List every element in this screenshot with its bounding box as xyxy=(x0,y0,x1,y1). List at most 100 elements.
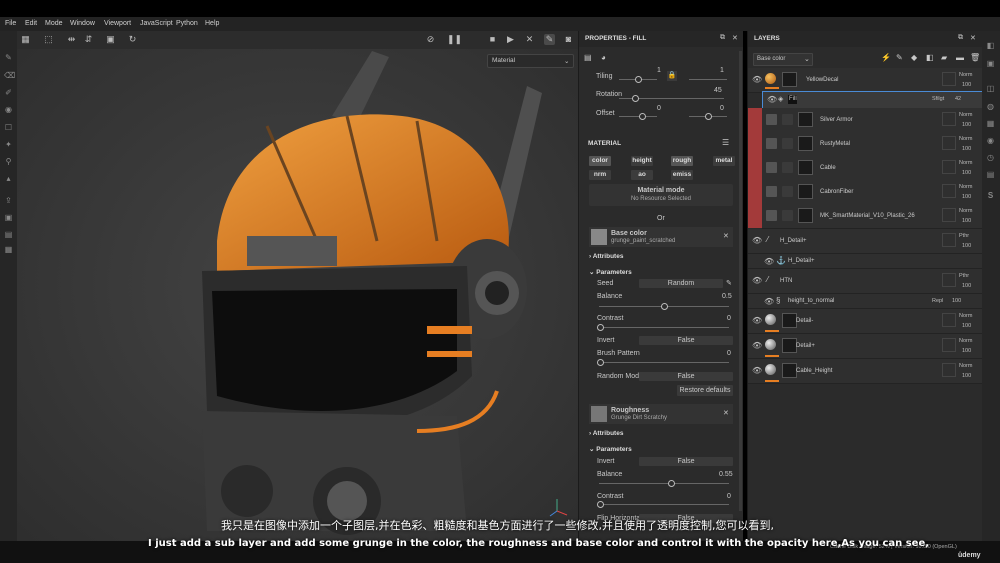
offset-knob-1[interactable] xyxy=(639,113,646,120)
visibility-eye-icon[interactable]: 👁 xyxy=(752,276,762,285)
balance2-slider[interactable] xyxy=(599,483,729,484)
layer-row[interactable]: 👁 § height_to_normal Repl 100 xyxy=(748,294,982,309)
menu-file[interactable]: File xyxy=(5,20,16,27)
layer-blend[interactable]: Norm xyxy=(959,72,972,78)
picker-icon[interactable]: ⚲ xyxy=(4,157,13,166)
geometry-fill-icon[interactable]: ◉ xyxy=(4,105,13,114)
layer-opacity[interactable]: 100 xyxy=(962,243,971,249)
mirror-icon[interactable]: ⇵ xyxy=(83,34,94,45)
shader-icon[interactable]: ◍ xyxy=(986,102,995,111)
menu-python[interactable]: Python xyxy=(176,20,198,27)
channel-ao[interactable]: ao xyxy=(631,170,653,180)
attributes-toggle[interactable]: › Attributes xyxy=(589,253,623,260)
layer-row[interactable]: 👁 ⁄ HTN Pthr 100 xyxy=(748,269,982,294)
history-icon[interactable]: ↻ xyxy=(127,34,138,45)
layer-row[interactable]: Silver Armor Norm 100 xyxy=(762,108,982,133)
layer-row[interactable]: Cable Norm 100 xyxy=(762,156,982,181)
layer-row[interactable]: CabronFiber Norm 100 xyxy=(762,180,982,205)
parameters2-toggle[interactable]: ⌄ Parameters xyxy=(589,445,632,453)
material-mode-box[interactable]: Material mode No Resource Selected xyxy=(589,184,733,206)
channel-emiss[interactable]: emiss xyxy=(671,170,693,180)
channel-metal[interactable]: metal xyxy=(713,156,735,166)
brush-mode-icon[interactable]: ✎ xyxy=(544,34,555,45)
layers-close-icon[interactable]: ✕ xyxy=(970,34,976,42)
texture-set-icon[interactable]: ▣ xyxy=(986,59,995,68)
menu-edit[interactable]: Edit xyxy=(25,20,37,27)
history-dock-icon[interactable]: ◷ xyxy=(986,153,995,162)
edit-icon[interactable]: ✎ xyxy=(726,279,732,287)
visibility-eye-icon[interactable]: 👁 xyxy=(764,257,774,266)
camera-icon[interactable]: ■ xyxy=(487,34,498,45)
substance-logo-icon[interactable]: S xyxy=(986,191,995,200)
layer-checkbox[interactable] xyxy=(942,160,956,174)
log-icon-2[interactable] xyxy=(986,170,995,179)
add-mask-icon[interactable]: ◧ xyxy=(926,53,934,62)
float-icon[interactable]: ⧉ xyxy=(720,34,725,42)
close-icon[interactable]: ✕ xyxy=(732,34,738,42)
lock-icon[interactable]: 🔒 xyxy=(667,71,677,81)
layer-checkbox[interactable] xyxy=(942,72,956,86)
menu-help[interactable]: Help xyxy=(205,20,219,27)
layer-blend[interactable]: Norm xyxy=(959,338,972,344)
channel-dropdown[interactable]: Base color ⌄ xyxy=(753,53,813,66)
layer-blend[interactable]: Norm xyxy=(959,136,972,142)
shelf-icon[interactable]: ▤ xyxy=(4,230,13,239)
layer-checkbox[interactable] xyxy=(942,338,956,352)
visibility-eye-icon[interactable]: 👁 xyxy=(752,75,762,84)
layer-opacity[interactable]: 100 xyxy=(962,146,971,152)
layer-checkbox[interactable] xyxy=(942,363,956,377)
add-fill-icon[interactable]: ◆ xyxy=(911,53,917,62)
tiling-slider-2[interactable] xyxy=(689,79,727,80)
visibility-eye-icon[interactable]: 👁 xyxy=(764,297,774,306)
eraser-icon[interactable]: ⌫ xyxy=(4,71,15,80)
layer-checkbox[interactable] xyxy=(942,273,956,287)
balance-knob[interactable] xyxy=(661,303,668,310)
export-icon[interactable]: ▣ xyxy=(4,213,13,222)
viewport-split-icon[interactable]: ✕ xyxy=(524,34,535,45)
layer-row-selected[interactable]: 👁 ◈ Fill Sfilgt 42 xyxy=(762,91,984,109)
properties-scrollbar[interactable] xyxy=(739,51,742,511)
channel-color[interactable]: color xyxy=(589,156,611,166)
offset-knob-2[interactable] xyxy=(705,113,712,120)
layer-blend[interactable]: Norm xyxy=(959,184,972,190)
layers-float-icon[interactable]: ⧉ xyxy=(958,34,963,42)
layer-checkbox[interactable] xyxy=(942,313,956,327)
video-icon[interactable]: ▶ xyxy=(505,34,516,45)
invert-field[interactable]: False xyxy=(639,336,733,345)
parameters-toggle[interactable]: ⌄ Parameters xyxy=(589,268,632,276)
layer-opacity[interactable]: 100 xyxy=(962,82,971,88)
menu-window[interactable]: Window xyxy=(70,20,95,27)
layer-opacity[interactable]: 100 xyxy=(962,283,971,289)
layer-blend[interactable]: Pthr xyxy=(959,233,969,239)
layer-blend[interactable]: Norm xyxy=(959,160,972,166)
layer-row[interactable]: 👁 Detail- Norm 100 xyxy=(748,309,982,334)
offset-slider-1[interactable] xyxy=(619,116,657,117)
layers-dock-icon[interactable]: ◧ xyxy=(986,41,995,50)
camera-dock-icon[interactable]: ◉ xyxy=(986,136,995,145)
layer-blend[interactable]: Sfilgt xyxy=(932,96,944,102)
layer-blend[interactable]: Norm xyxy=(959,313,972,319)
tiling-knob[interactable] xyxy=(635,76,642,83)
contrast-knob[interactable] xyxy=(597,324,604,331)
layer-checkbox[interactable] xyxy=(942,233,956,247)
layer-opacity[interactable]: 42 xyxy=(955,96,961,102)
paint-brush-icon[interactable]: ✎ xyxy=(4,53,13,62)
layer-checkbox[interactable] xyxy=(942,208,956,222)
symmetry-icon[interactable]: ⇹ xyxy=(66,34,77,45)
folder-icon[interactable]: ▬ xyxy=(956,53,964,62)
frame-icon[interactable]: ▣ xyxy=(105,34,116,45)
layer-row[interactable]: MK_SmartMaterial_V10_Plastic_26 Norm 100 xyxy=(762,204,982,229)
grid-icon[interactable]: ▦ xyxy=(20,34,31,45)
visibility-eye-icon[interactable]: 👁 xyxy=(752,236,762,245)
base-color-resource[interactable]: Base color grunge_paint_scratched ✕ xyxy=(589,227,733,247)
layer-checkbox[interactable] xyxy=(942,184,956,198)
3d-viewport[interactable] xyxy=(17,31,578,541)
layer-blend[interactable]: Pthr xyxy=(959,273,969,279)
roughness-resource[interactable]: Roughness Grunge Dirt Scratchy ✕ xyxy=(589,404,733,424)
display-icon[interactable]: ◫ xyxy=(986,84,995,93)
channel-nrm[interactable]: nrm xyxy=(589,170,611,180)
fill-icon[interactable]: ▤ xyxy=(584,53,592,62)
layer-opacity[interactable]: 100 xyxy=(962,194,971,200)
menu-viewport[interactable]: Viewport xyxy=(104,20,131,27)
layer-row[interactable]: 👁 ⁄ H_Detail+ Pthr 100 xyxy=(748,229,982,254)
